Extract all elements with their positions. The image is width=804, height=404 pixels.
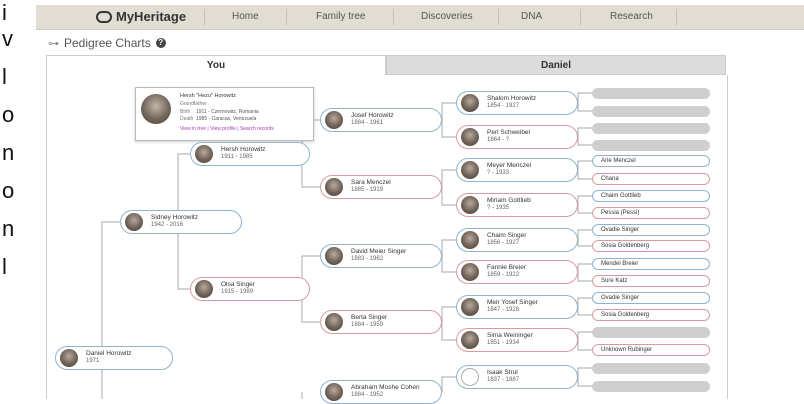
person-years: 1971 <box>86 358 100 365</box>
popup-avatar <box>141 94 171 124</box>
person-card-chaim[interactable]: Chaim Singer 1856 - 1927 <box>456 228 578 252</box>
person-name: Meir Yosef Singer <box>487 299 538 307</box>
avatar <box>461 196 479 214</box>
person-name: Olsa Singer <box>221 281 255 289</box>
empty-ancestor-slot[interactable] <box>592 88 710 99</box>
ancestor-chip[interactable]: Sosia Goldenberg <box>592 240 710 252</box>
person-card-josef[interactable]: Josef Horowitz 1884 - 1961 <box>320 108 442 132</box>
avatar <box>461 298 479 316</box>
person-card-sara[interactable]: Sara Menczel 1885 - 1919 <box>320 175 442 199</box>
person-name: Josef Horowitz <box>351 112 394 120</box>
popup-name: Hersh "Hezu" Horowitz <box>180 93 236 99</box>
person-card-shalom[interactable]: Shalom Horowitz 1854 - 1927 <box>456 91 578 115</box>
empty-ancestor-slot[interactable] <box>592 363 710 374</box>
person-years: 1837 - 1887 <box>487 377 520 384</box>
ancestor-chip[interactable]: Ovadie Singer <box>592 224 710 236</box>
person-years: 1884 - 1952 <box>351 392 384 399</box>
avatar <box>125 213 143 231</box>
person-card-meir[interactable]: Meir Yosef Singer 1847 - 1928 <box>456 295 578 319</box>
person-card-miriam[interactable]: Miriam Gottlieb? - 1935 <box>456 193 578 217</box>
person-card-olsa[interactable]: Olsa Singer 1915 - 1989 <box>190 277 310 301</box>
person-years: 1856 - 1927 <box>487 240 520 247</box>
person-name: Meyer Menczel <box>487 162 532 170</box>
person-years: 1859 - 1922 <box>487 272 520 279</box>
person-name: Isaak Strul <box>487 369 518 377</box>
person-years: 1911 - 1985 <box>221 154 253 161</box>
person-name: Sidney Horowitz <box>151 214 198 222</box>
person-years: 1864 - ? <box>487 137 510 144</box>
avatar <box>195 145 213 163</box>
person-name: Sara Menczel <box>351 179 391 187</box>
ancestor-chip[interactable]: Chana <box>592 173 710 185</box>
popup-relation: Grandfather <box>180 101 207 107</box>
avatar <box>325 111 343 129</box>
avatar <box>195 280 213 298</box>
person-name: Fannie Breier <box>487 264 527 272</box>
person-years: 1942 - 2016 <box>151 222 184 229</box>
ancestor-chip[interactable]: Pessia (Pessi) <box>592 207 710 219</box>
ancestor-chip[interactable]: Chaim Gottlieb <box>592 190 710 202</box>
person-name: Daniel Horowitz <box>86 350 132 358</box>
person-name: Shalom Horowitz <box>487 95 537 103</box>
avatar <box>60 349 78 367</box>
ancestor-chip[interactable]: Ovadie Singer <box>592 292 710 304</box>
ancestor-chip[interactable]: Sure Katz <box>592 275 710 287</box>
person-card-david[interactable]: David Meier Singer 1883 - 1962 <box>320 244 442 268</box>
person-card-sima[interactable]: Sima Weininger 1851 - 1934 <box>456 328 578 352</box>
person-card-daniel[interactable]: Daniel Horowitz 1971 <box>55 346 173 370</box>
person-years: 1851 - 1934 <box>487 340 520 347</box>
avatar <box>461 94 479 112</box>
empty-ancestor-slot[interactable] <box>592 381 710 392</box>
person-card-abraham[interactable]: Abraham Moshe Cohen 1884 - 1952 <box>320 380 442 404</box>
person-name: David Meier Singer <box>351 248 407 256</box>
avatar <box>461 161 479 179</box>
person-card-perl[interactable]: Perl Schweibel 1864 - ? <box>456 125 578 149</box>
person-name: Sima Weininger <box>487 332 533 340</box>
empty-ancestor-slot[interactable] <box>592 140 710 151</box>
ancestor-chip[interactable]: Arie Menczel <box>592 155 710 167</box>
ancestor-chip[interactable]: Sosia Goldenberg <box>592 309 710 321</box>
avatar <box>461 128 479 146</box>
person-name: Chaim Singer <box>487 232 527 240</box>
person-years: 1885 - 1919 <box>351 187 384 194</box>
avatar <box>325 247 343 265</box>
empty-ancestor-slot[interactable] <box>592 327 710 338</box>
empty-ancestor-slot[interactable] <box>592 106 710 117</box>
person-years: 1884 - 1959 <box>351 322 384 329</box>
person-years: ? - 1935 <box>487 205 510 212</box>
person-years: 1883 - 1962 <box>351 256 384 263</box>
person-card-sidney[interactable]: Sidney Horowitz 1942 - 2016 <box>120 210 242 234</box>
person-card-isaak[interactable]: Isaak Strul 1837 - 1887 <box>456 365 578 389</box>
person-card-meyer[interactable]: Meyer Menczel? - 1933 <box>456 158 578 182</box>
ancestor-chip[interactable]: Unknown Rubinger <box>592 344 710 356</box>
empty-ancestor-slot[interactable] <box>592 123 710 134</box>
person-name: Perl Schweibel <box>487 129 530 137</box>
person-name: Hersh Horowitz <box>221 146 266 154</box>
person-card-fannie[interactable]: Fannie Breier 1859 - 1922 <box>456 260 578 284</box>
avatar <box>461 331 479 349</box>
person-years: 1847 - 1928 <box>487 307 520 314</box>
person-years: 1915 - 1989 <box>221 289 254 296</box>
person-name: Berta Singer <box>351 314 388 322</box>
popup-links[interactable]: View in tree | View profile | Search rec… <box>180 126 274 132</box>
person-years: 1884 - 1961 <box>351 120 384 127</box>
person-years: 1854 - 1927 <box>487 103 520 110</box>
ancestor-chip[interactable]: Mendel Breier <box>592 258 710 270</box>
popup-death: Death 1985 - Caracas, Venezuela <box>180 116 257 122</box>
person-card-berta[interactable]: Berta Singer 1884 - 1959 <box>320 310 442 334</box>
person-card-hersh[interactable]: Hersh Horowitz 1911 - 1985 <box>190 142 310 166</box>
avatar <box>461 231 479 249</box>
avatar <box>325 178 343 196</box>
avatar <box>325 383 343 401</box>
avatar <box>461 263 479 281</box>
person-popup: Hersh "Hezu" Horowitz Grandfather Birth 1… <box>135 87 314 141</box>
default-avatar-icon <box>461 368 479 386</box>
person-name: Abraham Moshe Cohen <box>351 384 420 392</box>
avatar <box>325 313 343 331</box>
person-years: ? - 1933 <box>487 170 510 177</box>
person-name: Miriam Gottlieb <box>487 197 531 205</box>
popup-birth: Birth 1911 - Czernowitz, Romania <box>180 109 259 115</box>
